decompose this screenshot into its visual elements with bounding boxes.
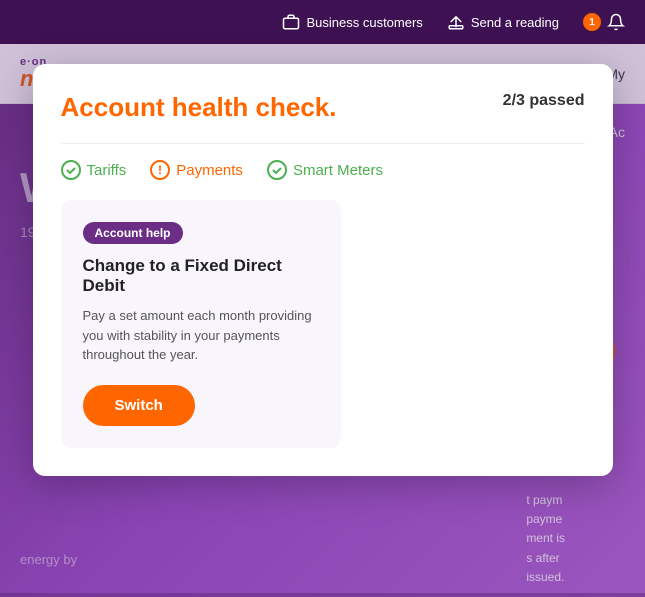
svg-text:!: ! <box>158 163 162 177</box>
top-bar: Business customers Send a reading 1 <box>0 0 645 44</box>
modal-header: Account health check. 2/3 passed <box>61 92 585 123</box>
warn-icon: ! <box>150 160 170 180</box>
payments-check-label: Payments <box>176 162 243 179</box>
notification-bell[interactable]: 1 <box>583 13 625 31</box>
send-reading-label: Send a reading <box>471 15 559 30</box>
check-tariffs: Tariffs <box>61 160 127 180</box>
divider <box>61 143 585 144</box>
modal-title: Account health check. <box>61 92 337 123</box>
check-smart-meters: Smart Meters <box>267 160 383 180</box>
business-customers-label: Business customers <box>306 15 422 30</box>
check-pass-icon <box>61 160 81 180</box>
send-reading-link[interactable]: Send a reading <box>447 13 559 31</box>
business-customers-link[interactable]: Business customers <box>282 13 422 31</box>
check-payments: ! Payments <box>150 160 243 180</box>
check-pass-icon-2 <box>267 160 287 180</box>
notification-badge: 1 <box>583 13 601 31</box>
account-help-card: Account help Change to a Fixed Direct De… <box>61 200 341 448</box>
card-title: Change to a Fixed Direct Debit <box>83 256 319 296</box>
checks-row: Tariffs ! Payments Smart Meters <box>61 160 585 180</box>
tariffs-check-label: Tariffs <box>87 162 127 179</box>
health-check-modal: Account health check. 2/3 passed Tariffs… <box>33 64 613 476</box>
modal-overlay: Account health check. 2/3 passed Tariffs… <box>0 44 645 597</box>
smart-meters-check-label: Smart Meters <box>293 162 383 179</box>
passed-badge: 2/3 passed <box>503 92 585 110</box>
card-tag: Account help <box>83 222 183 244</box>
card-description: Pay a set amount each month providing yo… <box>83 306 319 365</box>
switch-button[interactable]: Switch <box>83 385 195 426</box>
